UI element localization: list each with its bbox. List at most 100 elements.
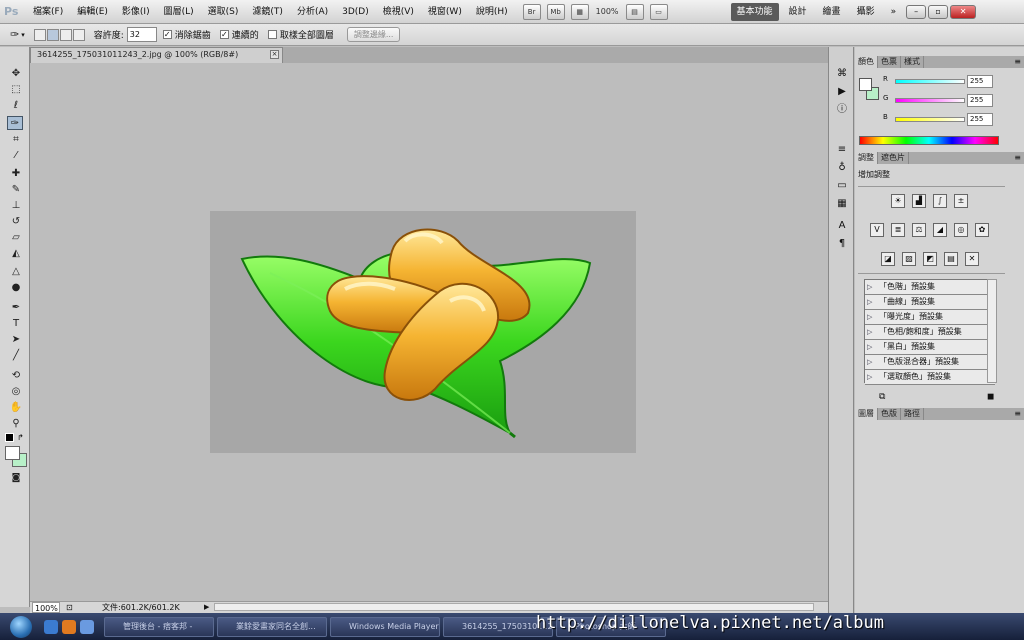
- foreground-color-box[interactable]: [859, 78, 872, 91]
- brightness-icon[interactable]: ☀: [891, 194, 905, 208]
- subtract-selection-button[interactable]: [59, 28, 72, 41]
- status-icon[interactable]: ⊡: [66, 602, 73, 613]
- quicklaunch-ie-icon[interactable]: [44, 619, 58, 634]
- workspace-design[interactable]: 設計: [783, 3, 813, 21]
- menu-help[interactable]: 說明(H): [469, 0, 515, 24]
- history-brush-tool-icon[interactable]: ↺: [8, 215, 24, 229]
- paragraph-panel-icon[interactable]: ¶: [834, 237, 850, 251]
- document-tab[interactable]: 3614255_175031011243_2.jpg @ 100% (RGB/8…: [30, 47, 283, 63]
- info-panel-icon[interactable]: ⓘ: [834, 103, 850, 117]
- mini-bridge-button[interactable]: Mb: [546, 3, 565, 20]
- foreground-color-swatch[interactable]: [5, 446, 20, 460]
- menu-window[interactable]: 視窗(W): [421, 0, 469, 24]
- minimize-button[interactable]: –: [906, 4, 927, 19]
- gradient-map-icon[interactable]: ▤: [944, 252, 958, 266]
- taskbar-item[interactable]: 業餘愛畫家同名全創...: [217, 616, 327, 637]
- panel-menu-icon[interactable]: ≡: [1014, 152, 1021, 164]
- menu-image[interactable]: 影像(I): [115, 0, 157, 24]
- view-extras-button[interactable]: ▦: [570, 3, 589, 20]
- red-slider[interactable]: R 255: [873, 75, 1023, 89]
- close-button[interactable]: ✕: [950, 4, 977, 19]
- clone-source-panel-icon[interactable]: ♁: [834, 161, 850, 175]
- curves-icon[interactable]: ∫: [933, 194, 947, 208]
- menu-filter[interactable]: 濾鏡(T): [245, 0, 290, 24]
- taskbar-item[interactable]: 管理後台 - 痞客邦 -: [104, 616, 214, 637]
- 3d-rotate-tool-icon[interactable]: ⟲: [8, 369, 24, 383]
- blue-value[interactable]: 255: [967, 113, 993, 126]
- brushes-panel-icon[interactable]: ≡: [834, 143, 850, 157]
- workspace-photography[interactable]: 攝影: [851, 3, 881, 21]
- horizontal-scrollbar[interactable]: [214, 603, 814, 611]
- path-selection-tool-icon[interactable]: ➤: [8, 333, 24, 347]
- arrange-docs-button[interactable]: ▤: [625, 3, 644, 20]
- clone-stamp-tool-icon[interactable]: ⊥: [8, 199, 24, 213]
- tab-paths[interactable]: 路徑: [901, 408, 924, 420]
- healing-brush-tool-icon[interactable]: ✚: [8, 167, 24, 181]
- list-item[interactable]: 「色版混合器」預設集: [865, 355, 995, 370]
- intersect-selection-button[interactable]: [72, 28, 85, 41]
- red-value[interactable]: 255: [967, 75, 993, 88]
- type-tool-icon[interactable]: T: [8, 317, 24, 331]
- status-menu-arrow-icon[interactable]: ▶: [204, 602, 209, 613]
- list-item[interactable]: 「曝光度」預設集: [865, 310, 995, 325]
- eyedropper-tool-icon[interactable]: ⁄: [8, 149, 24, 163]
- black-white-icon[interactable]: ◢: [933, 223, 947, 237]
- shape-tool-icon[interactable]: ╱: [8, 349, 24, 363]
- menu-analysis[interactable]: 分析(A): [290, 0, 335, 24]
- close-tab-icon[interactable]: ×: [270, 50, 279, 59]
- workspace-more-button[interactable]: »: [885, 3, 903, 21]
- panel-menu-icon[interactable]: ≡: [1014, 408, 1021, 420]
- eraser-tool-icon[interactable]: ▱: [8, 231, 24, 245]
- menu-edit[interactable]: 編輯(E): [70, 0, 115, 24]
- hue-saturation-icon[interactable]: ≣: [891, 223, 905, 237]
- new-selection-button[interactable]: [33, 28, 46, 41]
- paint-bucket-tool-icon[interactable]: ◭: [8, 247, 24, 261]
- antialias-checkbox[interactable]: ✓: [162, 30, 172, 39]
- menu-3d[interactable]: 3D(D): [335, 0, 376, 24]
- posterize-icon[interactable]: ▨: [902, 252, 916, 266]
- tab-color[interactable]: 顏色: [855, 56, 878, 68]
- brush-tool-icon[interactable]: ✎: [8, 183, 24, 197]
- workspace-essentials[interactable]: 基本功能: [730, 2, 779, 21]
- quick-mask-icon[interactable]: ◙: [8, 471, 24, 485]
- document-image[interactable]: [210, 211, 636, 453]
- default-colors-icon[interactable]: [5, 433, 14, 442]
- list-item[interactable]: 「曲線」預設集: [865, 295, 995, 310]
- green-slider[interactable]: G 255: [873, 94, 1023, 108]
- tolerance-input[interactable]: 32: [126, 27, 157, 42]
- threshold-icon[interactable]: ◩: [923, 252, 937, 266]
- taskbar-item[interactable]: Windows Media Player: [330, 616, 440, 637]
- tab-adjustments[interactable]: 調整: [855, 152, 878, 164]
- lasso-tool-icon[interactable]: ℓ: [8, 99, 24, 113]
- character-panel-icon[interactable]: A: [834, 219, 850, 233]
- list-item[interactable]: 「黑白」預設集: [865, 340, 995, 355]
- menu-view[interactable]: 檢視(V): [376, 0, 421, 24]
- zoom-tool-icon[interactable]: ⚲: [8, 417, 24, 431]
- list-item[interactable]: 「選取顏色」預設集: [865, 370, 995, 385]
- tab-swatches[interactable]: 色票: [878, 56, 901, 68]
- 3d-orbit-tool-icon[interactable]: ◎: [8, 385, 24, 399]
- swap-colors-icon[interactable]: ↱: [17, 433, 24, 442]
- preset-scrollbar[interactable]: [987, 279, 997, 383]
- maximize-button[interactable]: ▫: [928, 4, 949, 19]
- menu-file[interactable]: 檔案(F): [26, 0, 70, 24]
- quicklaunch-firefox-icon[interactable]: [62, 619, 76, 634]
- tab-layers[interactable]: 圖層: [855, 408, 878, 420]
- green-value[interactable]: 255: [967, 94, 993, 107]
- quick-selection-preset-icon[interactable]: ✑: [10, 28, 19, 41]
- status-zoom-input[interactable]: 100%: [32, 602, 60, 613]
- zoom-level-dropdown[interactable]: 100%: [596, 7, 619, 16]
- actions-panel-icon[interactable]: ▶: [834, 85, 850, 99]
- panel-menu-icon[interactable]: ≡: [1014, 56, 1021, 68]
- color-balance-icon[interactable]: ⚖: [912, 223, 926, 237]
- list-item[interactable]: 「色階」預設集: [865, 280, 995, 295]
- quick-selection-tool-icon[interactable]: ✑: [7, 116, 23, 130]
- contiguous-checkbox[interactable]: ✓: [219, 30, 229, 39]
- chevron-down-icon[interactable]: ▾: [21, 31, 25, 39]
- tab-channels[interactable]: 色版: [878, 408, 901, 420]
- menu-select[interactable]: 選取(S): [201, 0, 246, 24]
- tab-styles[interactable]: 樣式: [901, 56, 924, 68]
- bridge-button[interactable]: Br: [522, 3, 541, 20]
- invert-icon[interactable]: ◪: [881, 252, 895, 266]
- blue-slider[interactable]: B 255: [873, 113, 1023, 127]
